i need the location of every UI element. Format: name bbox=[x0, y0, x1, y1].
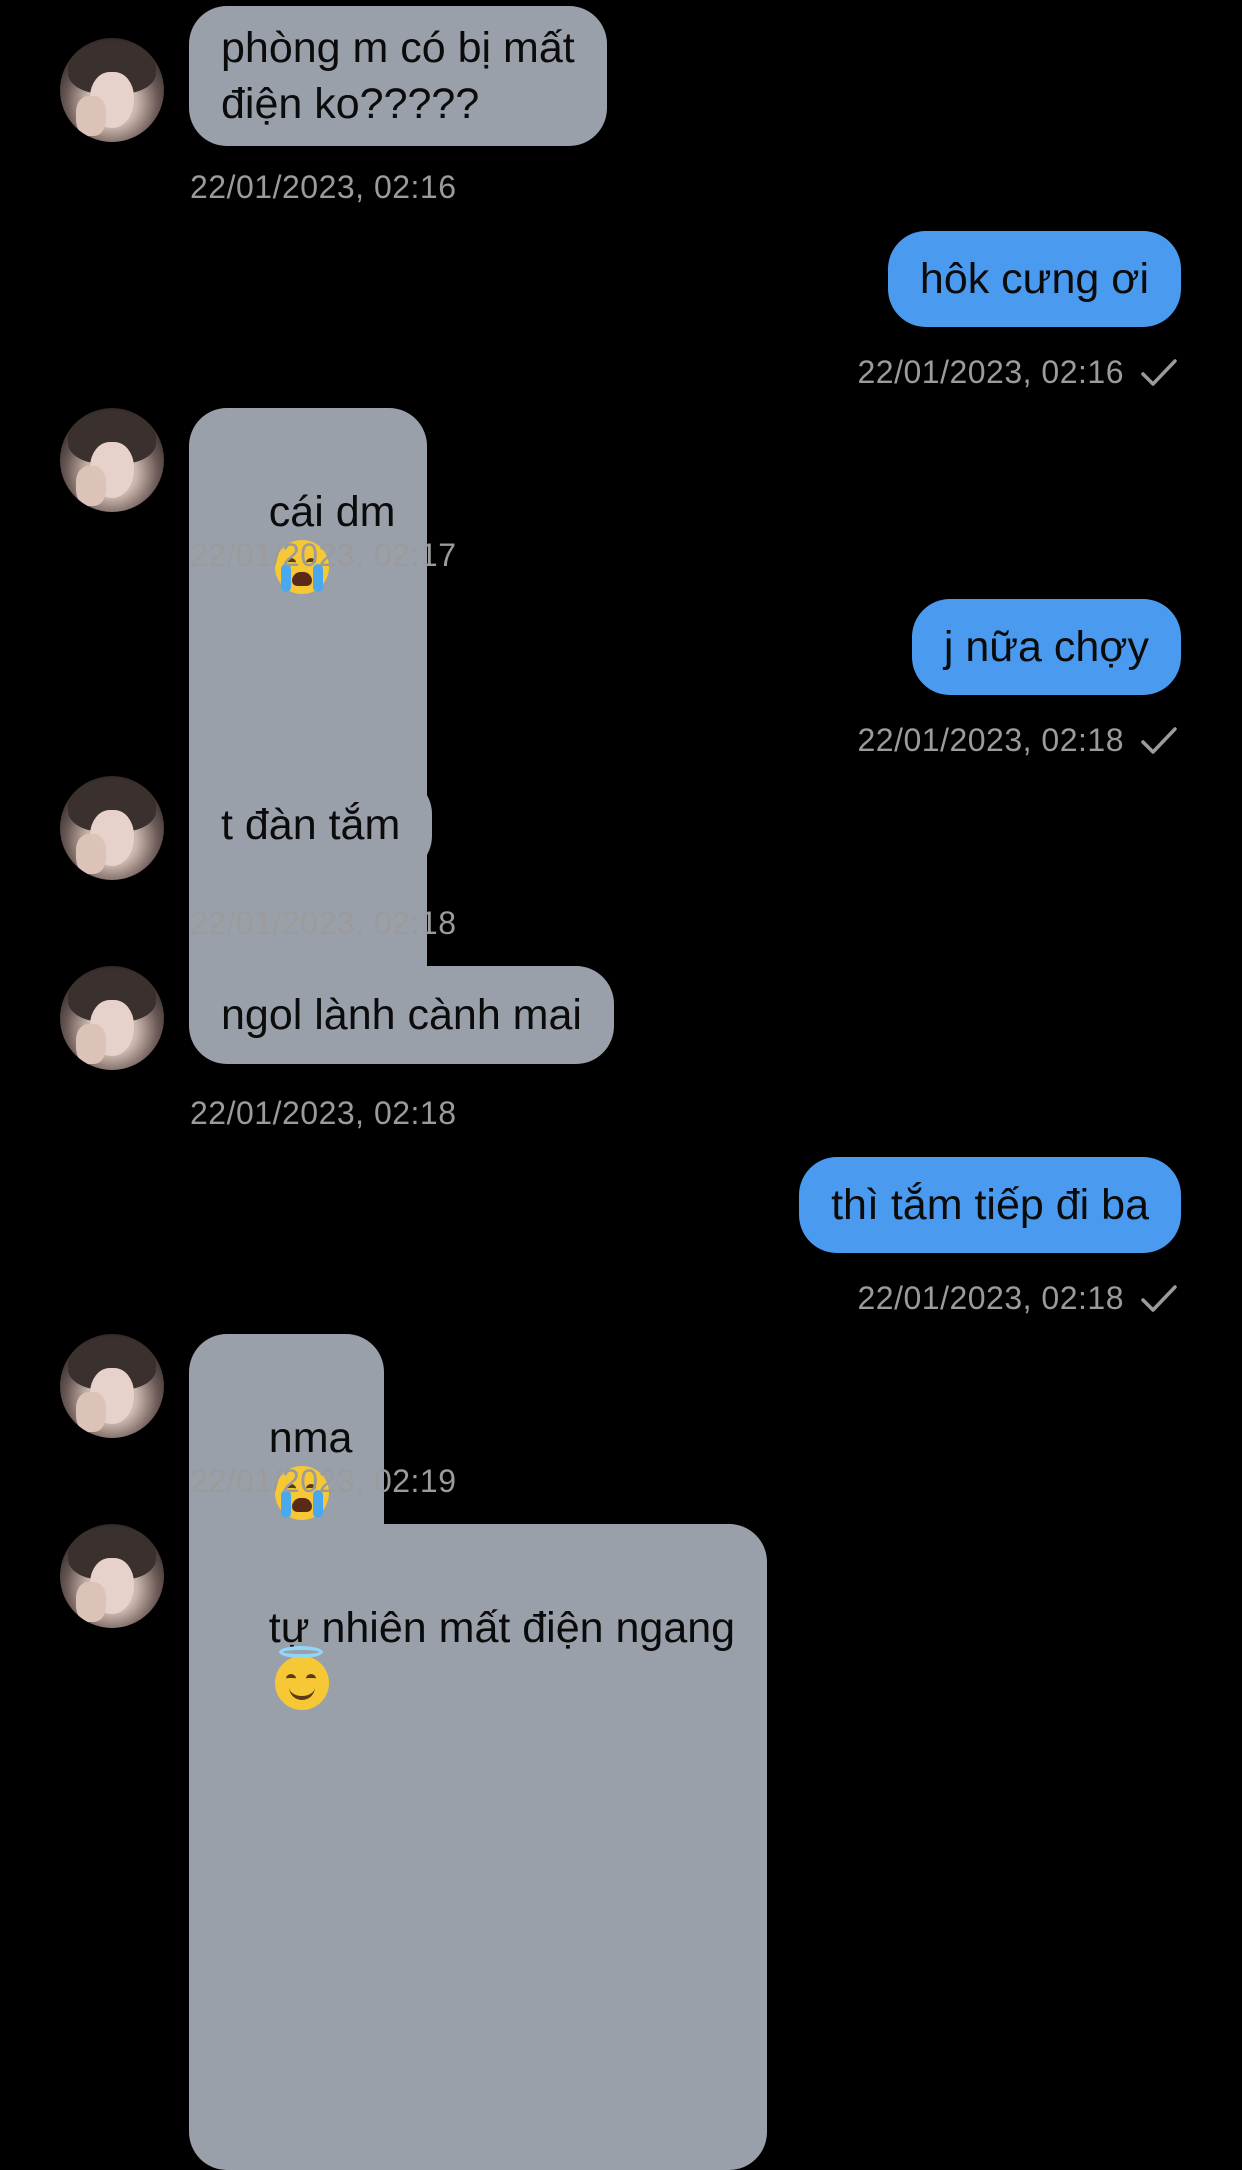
incoming-message-bubble[interactable]: phòng m có bị mất điện ko????? bbox=[189, 6, 607, 146]
smiling-face-with-halo-emoji-icon bbox=[274, 1646, 329, 1710]
outgoing-message-bubble[interactable]: hôk cưng ơi bbox=[887, 231, 1181, 327]
checkmark-icon bbox=[1141, 727, 1177, 754]
checkmark-icon bbox=[1141, 359, 1177, 386]
message-text: tự nhiên mất điện ngang bbox=[268, 1604, 736, 1652]
checkmark-icon bbox=[1141, 1285, 1177, 1312]
message-timestamp: 22/01/2023, 02:18 bbox=[190, 905, 457, 941]
conversation-thread[interactable]: phòng m có bị mất điện ko????? 22/01/202… bbox=[0, 0, 1242, 2170]
contact-avatar[interactable] bbox=[60, 1334, 164, 1438]
message-timestamp: 22/01/2023, 02:16 bbox=[190, 169, 457, 205]
message-timestamp: 22/01/2023, 02:18 bbox=[857, 1280, 1124, 1316]
message-timestamp: 22/01/2023, 02:17 bbox=[190, 537, 457, 573]
contact-avatar[interactable] bbox=[60, 776, 164, 880]
outgoing-message-bubble[interactable]: j nữa chợy bbox=[911, 599, 1181, 695]
contact-avatar[interactable] bbox=[60, 966, 164, 1070]
contact-avatar[interactable] bbox=[60, 408, 164, 512]
message-timestamp: 22/01/2023, 02:19 bbox=[190, 1463, 457, 1499]
incoming-message-bubble[interactable]: cái dm bbox=[189, 408, 428, 1054]
incoming-message-bubble[interactable]: tự nhiên mất điện ngang bbox=[189, 1524, 768, 2170]
contact-avatar[interactable] bbox=[60, 38, 164, 142]
incoming-message-bubble[interactable]: ngol lành cành mai bbox=[189, 966, 614, 1064]
outgoing-message-bubble[interactable]: thì tắm tiếp đi ba bbox=[799, 1157, 1181, 1253]
message-text: nma bbox=[268, 1414, 353, 1462]
message-text: cái dm bbox=[268, 488, 396, 536]
message-timestamp: 22/01/2023, 02:18 bbox=[857, 722, 1124, 758]
message-timestamp: 22/01/2023, 02:18 bbox=[190, 1095, 457, 1131]
contact-avatar[interactable] bbox=[60, 1524, 164, 1628]
message-timestamp: 22/01/2023, 02:16 bbox=[857, 354, 1124, 390]
incoming-message-bubble[interactable]: t đàn tắm bbox=[189, 776, 433, 874]
